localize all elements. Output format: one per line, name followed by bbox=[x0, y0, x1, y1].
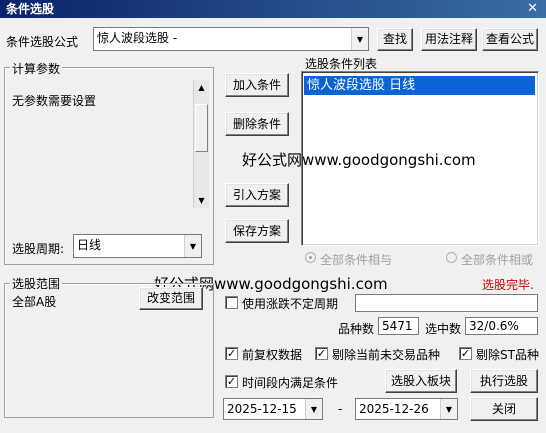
date-separator: - bbox=[338, 402, 343, 416]
range-group-label: 选股范围 bbox=[10, 275, 63, 292]
window-title: 条件选股 bbox=[6, 2, 55, 16]
count-value: 5471 bbox=[382, 319, 413, 333]
add-condition-button[interactable]: 加入条件 bbox=[225, 73, 289, 97]
status-text: 选股完毕. bbox=[482, 278, 534, 292]
chevron-down-icon[interactable]: ▼ bbox=[440, 399, 457, 419]
period-label: 选股周期: bbox=[12, 242, 65, 256]
params-message: 无参数需要设置 bbox=[12, 94, 97, 108]
chevron-down-icon[interactable]: ▼ bbox=[184, 235, 201, 257]
window-titlebar: 条件选股 ✕ bbox=[0, 0, 546, 18]
add-to-block-button[interactable]: 选股入板块 bbox=[385, 369, 457, 393]
selected-count-label: 选中数 bbox=[425, 322, 462, 336]
delete-condition-button[interactable]: 删除条件 bbox=[225, 112, 289, 136]
exclude-untraded-label: 剔除当前未交易品种 bbox=[332, 348, 441, 362]
usage-notes-button[interactable]: 用法注释 bbox=[421, 28, 477, 51]
formula-select-value: 惊人波段选股 - bbox=[97, 31, 178, 45]
count-value-field: 5471 bbox=[378, 317, 419, 335]
irregular-period-input[interactable] bbox=[355, 294, 538, 312]
close-button[interactable]: 关闭 bbox=[470, 397, 538, 421]
count-label: 品种数 bbox=[338, 322, 375, 336]
irregular-period-label: 使用涨跌不定周期 bbox=[242, 297, 339, 311]
find-button[interactable]: 查找 bbox=[377, 28, 413, 51]
save-scheme-button[interactable]: 保存方案 bbox=[225, 219, 289, 243]
exclude-st-checkbox[interactable]: ✓ bbox=[459, 347, 472, 360]
forward-adjust-label: 前复权数据 bbox=[242, 348, 303, 362]
and-radio[interactable] bbox=[305, 252, 316, 263]
import-scheme-button[interactable]: 引入方案 bbox=[225, 183, 289, 207]
condition-list-item[interactable]: 惊人波段选股 日线 bbox=[304, 76, 535, 95]
scroll-up-icon[interactable]: ▲ bbox=[194, 80, 209, 95]
selected-count-field: 32/0.6% bbox=[465, 317, 538, 335]
exclude-untraded-checkbox[interactable]: ✓ bbox=[315, 347, 328, 360]
chevron-down-icon[interactable]: ▼ bbox=[305, 399, 322, 419]
view-formula-button[interactable]: 查看公式 bbox=[482, 28, 538, 51]
close-icon[interactable]: ✕ bbox=[527, 0, 538, 18]
scrollbar-thumb[interactable] bbox=[195, 104, 208, 152]
change-range-button[interactable]: 改变范围 bbox=[139, 287, 203, 310]
formula-label: 条件选股公式 bbox=[6, 35, 79, 49]
condition-list-label: 选股条件列表 bbox=[305, 57, 378, 71]
or-radio[interactable] bbox=[446, 252, 457, 263]
params-group-label: 计算参数 bbox=[10, 60, 63, 77]
end-date-value: 2025-12-26 bbox=[359, 402, 429, 416]
start-date-value: 2025-12-15 bbox=[227, 402, 297, 416]
and-radio-label: 全部条件相与 bbox=[320, 253, 393, 267]
formula-select[interactable]: 惊人波段选股 - bbox=[93, 27, 369, 51]
selected-count-value: 32/0.6% bbox=[469, 319, 519, 333]
irregular-period-checkbox[interactable] bbox=[225, 296, 238, 309]
watermark-text: 好公式网www.goodgongshi.com bbox=[242, 151, 476, 169]
exclude-st-label: 剔除ST品种 bbox=[476, 348, 539, 362]
period-select-value: 日线 bbox=[77, 238, 102, 252]
forward-adjust-checkbox[interactable]: ✓ bbox=[225, 347, 238, 360]
period-select[interactable]: 日线 bbox=[73, 234, 202, 258]
range-value: 全部A股 bbox=[12, 295, 57, 309]
params-scrollbar[interactable]: ▲ ▼ bbox=[193, 80, 209, 208]
time-range-checkbox[interactable]: ✓ bbox=[225, 375, 238, 388]
chevron-down-icon[interactable]: ▼ bbox=[351, 28, 368, 50]
execute-selection-button[interactable]: 执行选股 bbox=[470, 369, 538, 393]
scroll-down-icon[interactable]: ▼ bbox=[194, 193, 209, 208]
or-radio-label: 全部条件相或 bbox=[461, 253, 534, 267]
time-range-label: 时间段内满足条件 bbox=[242, 376, 339, 390]
